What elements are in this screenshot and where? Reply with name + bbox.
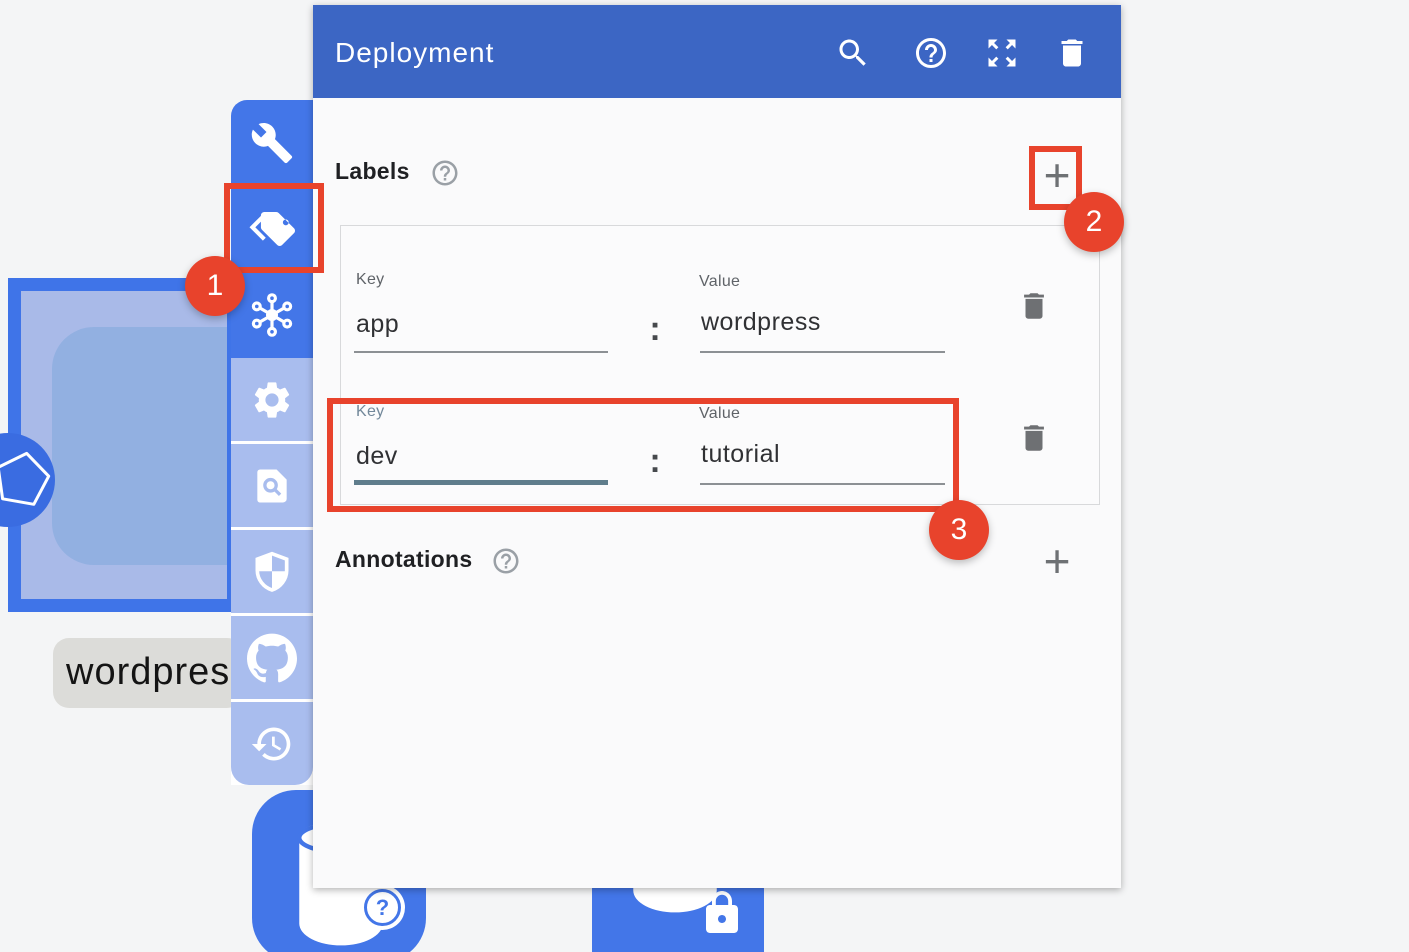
help-icon[interactable] — [913, 35, 949, 71]
github-icon — [247, 633, 297, 683]
delete-row-icon[interactable] — [1017, 289, 1051, 323]
panel-header: Deployment — [313, 5, 1121, 98]
hub-icon — [248, 291, 296, 339]
labels-heading: Labels — [335, 158, 410, 185]
key-value-separator: : — [641, 310, 669, 349]
wrench-icon — [250, 121, 294, 165]
key-field-value[interactable]: app — [356, 310, 399, 339]
toolbar-security-button[interactable] — [231, 530, 313, 613]
add-annotation-button[interactable]: + — [1035, 541, 1079, 585]
panel-title: Deployment — [335, 37, 494, 69]
value-field-label: Value — [699, 273, 740, 291]
toolbar-wrench-button[interactable] — [231, 100, 313, 186]
value-field-value[interactable]: wordpress — [701, 308, 821, 337]
toolbar-preview-button[interactable] — [231, 444, 313, 527]
delete-row-icon[interactable] — [1017, 421, 1051, 455]
gear-icon — [250, 378, 294, 422]
key-underline — [354, 351, 608, 353]
labels-help-icon[interactable] — [430, 158, 460, 188]
value-underline — [700, 351, 945, 353]
callout-box-labels-tool — [224, 183, 324, 273]
pentagon-icon — [0, 433, 55, 527]
question-badge: ? — [360, 885, 405, 930]
node-label: wordpress — [53, 638, 243, 708]
history-icon — [250, 722, 294, 766]
step-1-badge: 1 — [185, 256, 245, 316]
callout-box-new-row — [327, 398, 959, 512]
pod-circle[interactable] — [0, 433, 55, 527]
toolbar-github-button[interactable] — [231, 616, 313, 699]
search-icon[interactable] — [835, 35, 871, 71]
lock-icon — [698, 889, 746, 937]
delete-icon[interactable] — [1054, 35, 1090, 71]
key-field-label: Key — [356, 271, 384, 289]
step-2-badge: 2 — [1064, 192, 1124, 252]
step-3-badge: 3 — [929, 500, 989, 560]
annotations-help-icon[interactable] — [491, 546, 521, 576]
toolbar-history-button[interactable] — [231, 702, 313, 785]
wordpress-node-body — [52, 327, 240, 565]
toolbar-settings-button[interactable] — [231, 358, 313, 441]
expand-icon[interactable] — [984, 35, 1020, 71]
shield-icon — [250, 550, 294, 594]
document-search-icon — [250, 464, 294, 508]
annotations-heading: Annotations — [335, 546, 472, 573]
